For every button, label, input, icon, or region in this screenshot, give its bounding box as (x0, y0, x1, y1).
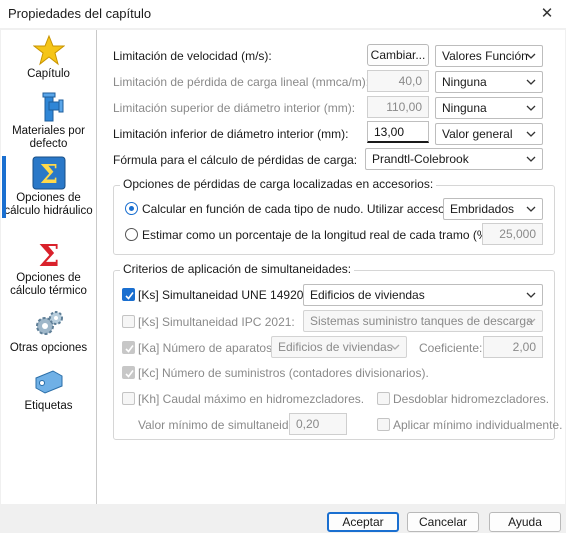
sidebar-item-label: Capítulo (27, 68, 70, 80)
diam-inf-field[interactable]: 13,00 (367, 121, 429, 143)
formula-label: Fórmula para el cálculo de pérdidas de c… (113, 153, 358, 167)
desdoblar-checkbox[interactable] (377, 392, 390, 405)
ka-label: [Ka] Número de aparatos: (138, 341, 276, 355)
ayuda-button[interactable]: Ayuda (489, 512, 561, 532)
ks-ipc-label: [Ks] Simultaneidad IPC 2021: (138, 315, 295, 329)
accesorios-radio-estimar[interactable] (125, 228, 138, 241)
ks-une-label: [Ks] Simultaneidad UNE 149201: (138, 288, 314, 302)
perdida-lineal-select[interactable]: Ninguna (435, 71, 543, 93)
accesorios-select[interactable]: Embridados (443, 198, 543, 220)
sidebar-item-label: Opciones de cálculo térmico (10, 272, 87, 297)
chevron-down-icon (526, 79, 536, 85)
diam-inf-label: Limitación inferior de diámetro interior… (113, 127, 349, 141)
kh-checkbox[interactable] (122, 392, 135, 405)
perdida-lineal-select-value: Ninguna (442, 75, 487, 89)
ks-ipc-select-value: Sistemas suministro tanques de descarga (310, 314, 533, 328)
svg-text:Σ: Σ (38, 239, 59, 270)
aplicar-min-checkbox[interactable] (377, 418, 390, 431)
sidebar-item-label: Materiales por defecto (12, 125, 85, 150)
sigma-red-icon: Σ (38, 239, 59, 270)
chevron-down-icon (526, 105, 536, 111)
chevron-down-icon (526, 206, 536, 212)
formula-select-value: Prandtl-Colebrook (372, 152, 469, 166)
coeficiente-label: Coeficiente: (419, 341, 483, 355)
sidebar-item-label: Etiquetas (24, 400, 73, 412)
diam-inf-select[interactable]: Valor general (435, 123, 543, 145)
diam-inf-select-value: Valor general (442, 127, 513, 141)
star-icon (32, 34, 65, 66)
kc-checkbox[interactable] (122, 366, 135, 379)
ka-select[interactable]: Edificios de viviendas (271, 336, 407, 358)
title-bar: Propiedades del capítulo ✕ (0, 0, 566, 28)
accesorios-estimar-label: Estimar como un porcentaje de la longitu… (142, 228, 495, 242)
ks-une-select-value: Edificios de viviendas (310, 288, 425, 302)
sidebar-item-label: Opciones de cálculo hidráulico (4, 192, 93, 217)
desdoblar-label: Desdoblar hidromezcladores. (393, 392, 550, 406)
velocidad-label: Limitación de velocidad (m/s): (113, 49, 272, 63)
diam-sup-label: Limitación superior de diámetro interior… (113, 101, 356, 115)
velocidad-select[interactable]: Valores Función (435, 45, 543, 67)
chevron-down-icon (526, 318, 536, 324)
chevron-down-icon (390, 344, 400, 350)
accesorios-select-value: Embridados (450, 202, 515, 216)
ks-ipc-checkbox[interactable] (122, 315, 135, 328)
diam-sup-select-value: Ninguna (442, 101, 487, 115)
gears-icon (35, 311, 63, 335)
cancelar-button[interactable]: Cancelar (407, 512, 479, 532)
ks-une-select[interactable]: Edificios de viviendas (303, 284, 543, 306)
aceptar-button[interactable]: Aceptar (327, 512, 399, 532)
kc-label: [Kc] Número de suministros (contadores d… (138, 366, 429, 380)
perdida-lineal-field[interactable]: 40,0 (367, 70, 429, 92)
velocidad-select-value: Valores Función (442, 49, 528, 63)
sidebar-item-label: Otras opciones (9, 342, 88, 354)
sidebar-item-calculo-termico[interactable]: Σ Opciones de cálculo térmico (1, 238, 96, 298)
sidebar-item-materiales[interactable]: Materiales por defecto (1, 91, 96, 151)
simultaneidades-group-title: Criterios de aplicación de simultaneidad… (120, 262, 355, 276)
sidebar-item-calculo-hidraulico[interactable]: Σ Opciones de cálculo hidráulico (1, 156, 96, 218)
formula-select[interactable]: Prandtl-Colebrook (365, 148, 543, 170)
sidebar: Capítulo Materiales por defecto Σ Opcion… (1, 30, 96, 504)
accesorios-group-title: Opciones de pérdidas de carga localizada… (120, 177, 437, 191)
valor-min-label: Valor mínimo de simultaneidad: (138, 418, 306, 432)
diam-sup-select[interactable]: Ninguna (435, 97, 543, 119)
sidebar-item-capitulo[interactable]: Capítulo (1, 34, 96, 81)
tag-icon (35, 370, 62, 394)
aplicar-min-label: Aplicar mínimo individualmente. (393, 418, 563, 432)
sigma-blue-icon: Σ (32, 156, 65, 190)
ks-une-checkbox[interactable] (122, 288, 135, 301)
window-title: Propiedades del capítulo (8, 6, 152, 21)
svg-text:Σ: Σ (39, 160, 57, 190)
accesorios-porcentaje-field[interactable]: 25,000 (482, 223, 543, 245)
ka-checkbox[interactable] (122, 341, 135, 354)
cambiar-button[interactable]: Cambiar... (367, 44, 429, 66)
coeficiente-field[interactable]: 2,00 (483, 336, 543, 358)
diam-sup-field[interactable]: 110,00 (367, 96, 429, 118)
ks-ipc-select[interactable]: Sistemas suministro tanques de descarga (303, 310, 543, 332)
close-icon[interactable]: ✕ (536, 3, 558, 25)
valor-min-field[interactable]: 0,20 (289, 413, 347, 435)
pipe-fitting-icon (42, 92, 63, 122)
sidebar-item-etiquetas[interactable]: Etiquetas (1, 366, 96, 413)
chevron-down-icon (526, 292, 536, 298)
chevron-down-icon (526, 156, 536, 162)
ka-select-value: Edificios de viviendas (278, 340, 393, 354)
chevron-down-icon (526, 53, 536, 59)
accesorios-radio-calcular[interactable] (125, 202, 138, 215)
perdida-lineal-label: Limitación de pérdida de carga lineal (m… (113, 75, 370, 89)
sidebar-item-otras-opciones[interactable]: Otras opciones (1, 308, 96, 355)
chevron-down-icon (526, 131, 536, 137)
content-panel: Limitación de velocidad (m/s): Cambiar..… (96, 30, 565, 504)
accesorios-calcular-label: Calcular en función de cada tipo de nudo… (142, 202, 468, 216)
kh-label: [Kh] Caudal máximo en hidromezcladores. (138, 392, 365, 406)
